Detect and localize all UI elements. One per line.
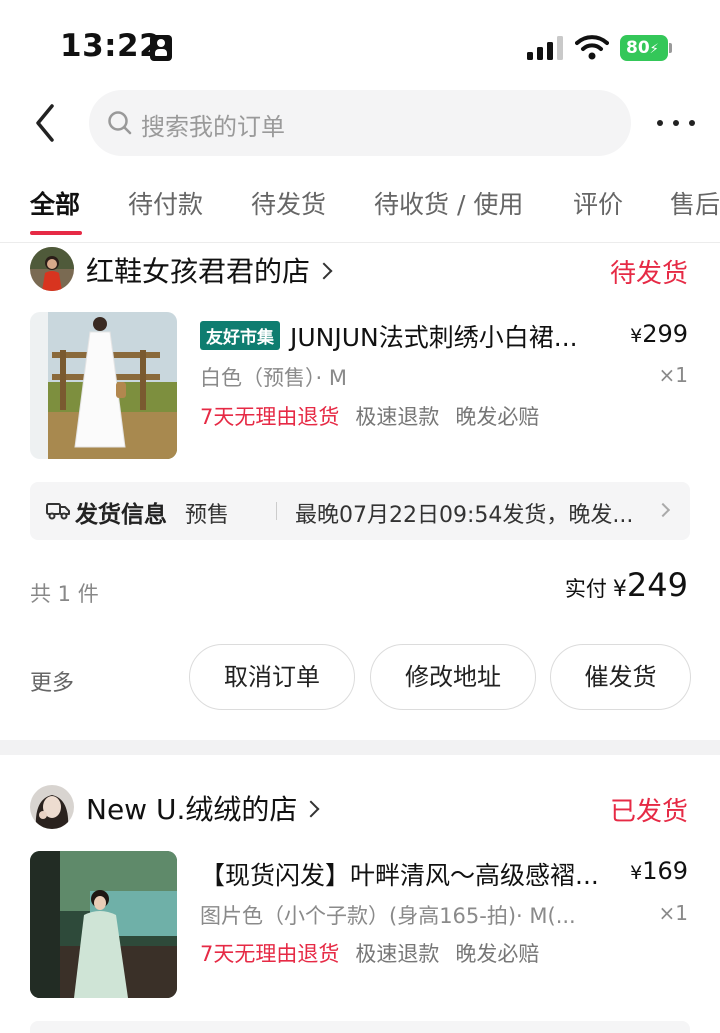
perk-refund: 极速退款 bbox=[355, 405, 440, 429]
tab-review[interactable]: 评价 bbox=[573, 185, 623, 221]
cellular-signal-icon bbox=[527, 36, 563, 60]
tab-after-sales[interactable]: 售后 bbox=[670, 185, 720, 221]
tab-pending-receipt[interactable]: 待收货 / 使用 bbox=[374, 185, 523, 221]
perk-refund: 极速退款 bbox=[355, 942, 440, 966]
tab-pending-payment[interactable]: 待付款 bbox=[128, 185, 203, 221]
modify-address-button[interactable]: 修改地址 bbox=[370, 644, 536, 710]
shop-avatar[interactable] bbox=[30, 785, 74, 829]
paid-amount: 实付 ¥249 bbox=[564, 566, 688, 604]
product-quantity: ×1 bbox=[658, 363, 688, 387]
search-placeholder: 搜索我的订单 bbox=[141, 113, 285, 141]
contact-card-icon bbox=[150, 35, 172, 61]
shop-name[interactable]: New U.绒绒的店 bbox=[86, 788, 320, 828]
wifi-icon bbox=[575, 35, 609, 60]
header: 搜索我的订单 bbox=[0, 88, 720, 160]
order-tabs: 全部 待付款 待发货 待收货 / 使用 评价 售后 bbox=[0, 175, 720, 243]
shipping-info-bar bbox=[30, 1021, 690, 1033]
tab-all[interactable]: 全部 bbox=[30, 185, 80, 221]
order-card[interactable]: New U.绒绒的店 已发货 【现货闪发】叶畔清风～高级感褶... ¥169 图… bbox=[0, 755, 720, 1033]
chevron-right-icon bbox=[302, 800, 320, 818]
product-price: ¥299 bbox=[630, 320, 688, 348]
order-card[interactable]: 红鞋女孩君君的店 待发货 友好市集 JUNJUN法式刺绣小白裙... ¥299 白… bbox=[0, 244, 720, 740]
order-status: 待发货 bbox=[609, 259, 688, 289]
shipping-kind: 预售 bbox=[185, 503, 230, 528]
back-arrow-icon[interactable] bbox=[30, 102, 60, 144]
divider bbox=[276, 502, 277, 520]
perk-late-comp: 晚发必赔 bbox=[455, 942, 540, 966]
more-options-icon[interactable] bbox=[657, 120, 695, 128]
product-image[interactable] bbox=[30, 312, 177, 459]
product-title[interactable]: 友好市集 JUNJUN法式刺绣小白裙... bbox=[200, 318, 615, 354]
shop-name[interactable]: 红鞋女孩君君的店 bbox=[86, 250, 333, 290]
shipping-label: 发货信息 bbox=[75, 502, 167, 528]
service-perks: 7天无理由退货 极速退款 晚发必赔 bbox=[200, 401, 555, 431]
truck-icon bbox=[46, 503, 70, 520]
order-status: 已发货 bbox=[609, 797, 688, 827]
battery-level: 80 bbox=[626, 38, 650, 58]
market-tag: 友好市集 bbox=[200, 321, 280, 350]
battery-icon: 80⚡ bbox=[620, 35, 672, 61]
perk-late-comp: 晚发必赔 bbox=[455, 405, 540, 429]
active-tab-indicator bbox=[30, 231, 82, 235]
service-perks: 7天无理由退货 极速退款 晚发必赔 bbox=[200, 938, 555, 968]
product-image[interactable] bbox=[30, 851, 177, 998]
status-time: 13:22 bbox=[60, 28, 162, 64]
search-icon bbox=[108, 111, 132, 135]
search-input[interactable]: 搜索我的订单 bbox=[89, 90, 631, 156]
chevron-right-icon bbox=[315, 262, 333, 280]
perk-return: 7天无理由退货 bbox=[200, 405, 340, 429]
section-divider bbox=[0, 740, 720, 755]
cancel-order-button[interactable]: 取消订单 bbox=[189, 644, 355, 710]
shop-avatar[interactable] bbox=[30, 247, 74, 291]
product-quantity: ×1 bbox=[658, 901, 688, 925]
status-bar: 13:22 80⚡ bbox=[0, 0, 720, 88]
tab-pending-shipment[interactable]: 待发货 bbox=[251, 185, 326, 221]
shipping-text: 最晚07月22日09:54发货，晚发... bbox=[295, 503, 634, 528]
product-spec: 白色（预售）· M bbox=[200, 366, 347, 390]
urge-shipping-button[interactable]: 催发货 bbox=[550, 644, 691, 710]
product-price: ¥169 bbox=[630, 857, 688, 885]
more-actions-link[interactable]: 更多 bbox=[30, 665, 74, 697]
perk-return: 7天无理由退货 bbox=[200, 942, 340, 966]
product-title[interactable]: 【现货闪发】叶畔清风～高级感褶... bbox=[200, 856, 615, 892]
item-count: 共 1 件 bbox=[30, 582, 99, 606]
product-spec: 图片色（小个子款）(身高165-拍)· M(... bbox=[200, 904, 576, 928]
shipping-info-bar[interactable]: 发货信息 预售 最晚07月22日09:54发货，晚发... bbox=[30, 482, 690, 540]
